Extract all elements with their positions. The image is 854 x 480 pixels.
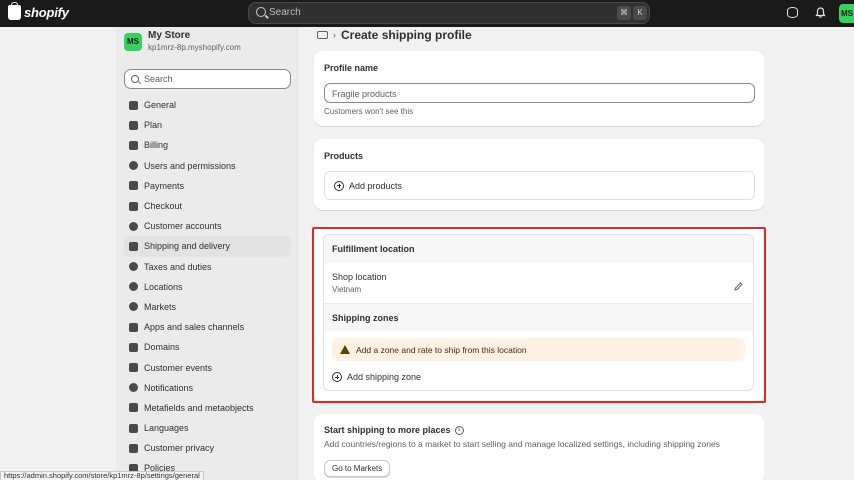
- products-card: Products Add products: [314, 139, 764, 210]
- sidebar-item-label: Metafields and metaobjects: [144, 402, 254, 413]
- sidebar-item-users[interactable]: Users and permissions: [124, 156, 291, 176]
- shopping-bag-icon: [8, 2, 21, 20]
- sidebar-item-label: Plan: [144, 120, 163, 131]
- plus-circle-icon: [334, 180, 344, 191]
- store-url: kp1mrz-8p.myshopify.com: [148, 43, 241, 52]
- sidebar-item-checkout[interactable]: Checkout: [124, 196, 291, 216]
- add-products-button[interactable]: Add products: [324, 171, 755, 200]
- sidebar-item-label: Customer privacy: [144, 443, 215, 454]
- sidebar-item-label: General: [144, 100, 177, 111]
- sidebar-item-billing[interactable]: Billing: [124, 135, 291, 155]
- store-switcher[interactable]: MS My Store kp1mrz-8p.myshopify.com: [124, 30, 241, 52]
- apps-icon: [129, 322, 138, 332]
- profile-name-title: Profile name: [324, 63, 379, 73]
- settings-nav: General Plan Billing Users and permissio…: [124, 95, 291, 479]
- location-icon: [129, 282, 138, 292]
- sidebar-item-notifications[interactable]: Notifications: [124, 378, 291, 398]
- billing-icon: [129, 140, 138, 150]
- global-search-input[interactable]: Search ⌘ K: [248, 2, 650, 24]
- logo-text: shopify: [24, 5, 69, 20]
- more-places-title: Start shipping to more places: [324, 425, 451, 435]
- chevron-right-icon: ›: [333, 30, 336, 40]
- globe-icon: [129, 302, 138, 312]
- database-icon[interactable]: [787, 7, 798, 18]
- sidebar-item-plan[interactable]: Plan: [124, 115, 291, 135]
- page-title: Create shipping profile: [341, 28, 472, 42]
- payments-icon: [129, 181, 138, 191]
- events-icon: [129, 363, 138, 373]
- domains-icon: [129, 342, 138, 352]
- languages-icon: [129, 423, 138, 433]
- sidebar-item-customer-events[interactable]: Customer events: [124, 357, 291, 377]
- sidebar-item-taxes[interactable]: Taxes and duties: [124, 257, 291, 277]
- lock-icon: [129, 443, 138, 453]
- sidebar-item-markets[interactable]: Markets: [124, 297, 291, 317]
- bell-icon: [129, 383, 138, 393]
- add-products-label: Add products: [349, 180, 403, 191]
- bell-icon[interactable]: [815, 7, 826, 18]
- settings-sidebar: MS My Store kp1mrz-8p.myshopify.com Sear…: [116, 27, 298, 480]
- search-icon: [131, 75, 139, 83]
- info-icon[interactable]: i: [454, 425, 464, 435]
- sidebar-item-label: Customer events: [144, 362, 213, 373]
- profile-name-input[interactable]: [325, 85, 754, 103]
- sidebar-item-apps[interactable]: Apps and sales channels: [124, 317, 291, 337]
- sidebar-item-label: Notifications: [144, 382, 194, 393]
- more-places-card: Start shipping to more places i Add coun…: [314, 414, 764, 480]
- sidebar-item-shipping[interactable]: Shipping and delivery: [124, 236, 291, 257]
- sidebar-item-locations[interactable]: Locations: [124, 277, 291, 297]
- sidebar-item-general[interactable]: General: [124, 95, 291, 115]
- more-places-heading: Start shipping to more places i: [324, 425, 464, 435]
- search-placeholder: Search: [269, 7, 301, 18]
- plan-icon: [129, 120, 138, 130]
- sidebar-item-languages[interactable]: Languages: [124, 418, 291, 438]
- sidebar-item-label: Billing: [144, 140, 169, 151]
- sidebar-item-label: Checkout: [144, 201, 183, 212]
- profile-name-card: Profile name Customers won't see this: [314, 51, 764, 126]
- sidebar-item-label: Locations: [144, 281, 183, 292]
- sidebar-item-payments[interactable]: Payments: [124, 176, 291, 196]
- users-icon: [129, 161, 138, 171]
- sidebar-item-label: Apps and sales channels: [144, 322, 245, 333]
- cart-icon: [129, 201, 138, 211]
- top-bar: shopify Search ⌘ K MS: [0, 0, 854, 27]
- sidebar-item-metafields[interactable]: Metafields and metaobjects: [124, 398, 291, 418]
- sidebar-item-customer-accounts[interactable]: Customer accounts: [124, 216, 291, 236]
- profile-name-helper: Customers won't see this: [324, 107, 414, 116]
- profile-name-field[interactable]: [324, 83, 755, 103]
- store-icon: [129, 100, 138, 110]
- sidebar-item-label: Payments: [144, 180, 185, 191]
- metafields-icon: [129, 403, 138, 413]
- products-title: Products: [324, 151, 364, 161]
- status-url: https://admin.shopify.com/store/kp1mrz-8…: [0, 471, 204, 480]
- sidebar-item-customer-privacy[interactable]: Customer privacy: [124, 438, 291, 458]
- sidebar-item-label: Customer accounts: [144, 221, 222, 232]
- store-name: My Store: [148, 30, 191, 41]
- highlight-box: [312, 227, 766, 403]
- sidebar-item-label: Users and permissions: [144, 160, 236, 171]
- settings-search-placeholder: Search: [144, 74, 173, 84]
- k-key-badge: K: [633, 6, 647, 20]
- sidebar-item-label: Markets: [144, 301, 177, 312]
- truck-icon: [129, 241, 138, 251]
- command-key-badge: ⌘: [617, 6, 631, 20]
- sidebar-item-label: Shipping and delivery: [144, 241, 231, 252]
- settings-search-input[interactable]: Search: [124, 69, 291, 89]
- more-places-description: Add countries/regions to a market to sta…: [324, 439, 720, 449]
- user-avatar[interactable]: MS: [839, 4, 854, 23]
- person-icon: [129, 221, 138, 231]
- go-to-markets-button[interactable]: Go to Markets: [324, 460, 391, 477]
- shopify-logo[interactable]: shopify: [8, 2, 69, 20]
- truck-icon[interactable]: [317, 31, 328, 39]
- sidebar-item-label: Languages: [144, 423, 189, 434]
- sidebar-item-label: Domains: [144, 342, 180, 353]
- search-icon: [256, 7, 266, 17]
- sidebar-item-domains[interactable]: Domains: [124, 337, 291, 357]
- breadcrumb: › Create shipping profile: [317, 28, 472, 42]
- store-avatar: MS: [124, 33, 142, 51]
- sidebar-item-label: Taxes and duties: [144, 261, 212, 272]
- tax-icon: [129, 262, 138, 272]
